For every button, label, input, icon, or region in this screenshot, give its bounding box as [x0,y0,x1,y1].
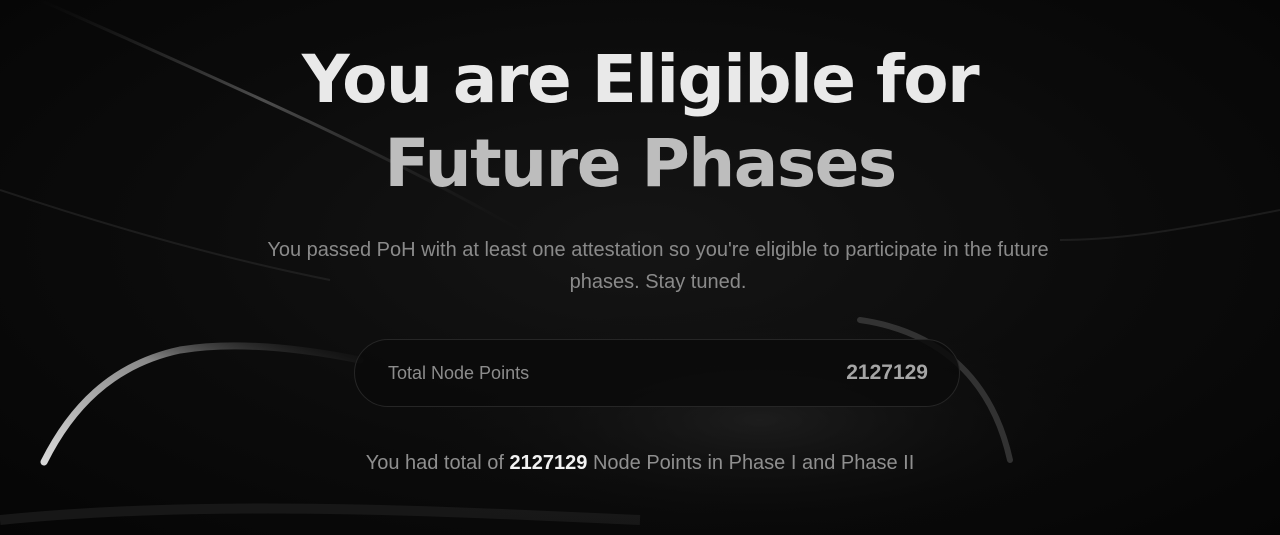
page-title-line1: You are Eligible for [301,41,980,118]
points-summary-suffix: Node Points in Phase I and Phase II [587,452,915,474]
points-summary-value: 2127129 [509,452,588,474]
total-node-points-label: Total Node Points [388,363,530,383]
page-subtitle: You passed PoH with at least one attesta… [267,239,1049,293]
points-summary: You had total of 2127129 Node Points in … [0,448,1280,478]
total-node-points-card: Total Node Points 2127129 [354,339,960,407]
eligibility-page: You are Eligible for Future Phases You p… [0,0,1280,535]
total-node-points-value: 2127129 [846,361,928,384]
page-title: You are Eligible for Future Phases [0,38,1280,206]
points-summary-prefix: You had total of [365,452,510,474]
main-content: You are Eligible for Future Phases You p… [0,0,1280,535]
page-title-line2: Future Phases [384,125,897,202]
